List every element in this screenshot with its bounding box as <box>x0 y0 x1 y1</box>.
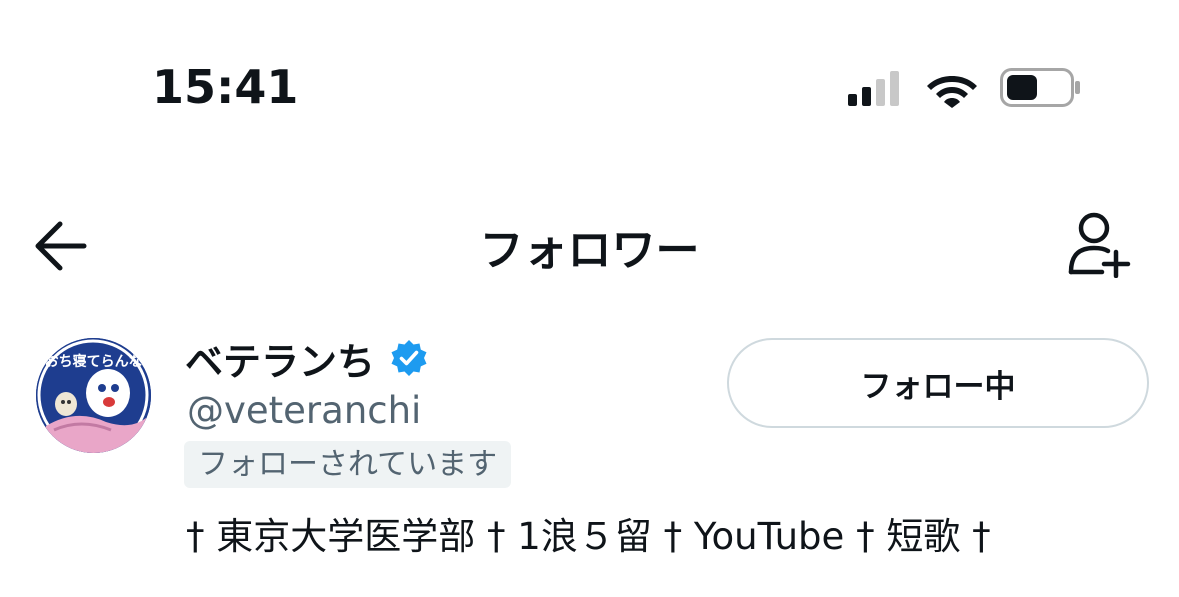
follows-you-badge: フォローされています <box>184 441 512 488</box>
user-handle[interactable]: @veteranchi <box>187 389 421 432</box>
avatar-image: ぶちおち寝てらんない!! <box>36 338 151 453</box>
user-bio: † 東京大学医学部 † 1浪５留 † YouTube † 短歌 † <box>186 515 991 558</box>
page-title: フォロワー <box>479 225 700 276</box>
avatar[interactable]: ぶちおち寝てらんない!! <box>36 338 151 453</box>
display-name[interactable]: ベテランち <box>185 331 375 386</box>
status-time: 15:41 <box>152 60 299 114</box>
followers-screen: 15:41 フォロワー ちおち寝てらんない ベテランち @veteranchi … <box>0 0 1179 597</box>
person-add-icon <box>1068 212 1131 279</box>
status-icons <box>840 66 1085 110</box>
name-line: ベテランち <box>185 334 429 384</box>
following-button[interactable]: フォロー中 <box>727 338 1149 428</box>
cellular-signal-icon <box>848 71 899 106</box>
add-user-button[interactable] <box>1064 210 1134 279</box>
wifi-icon <box>927 76 977 108</box>
verified-badge-icon <box>391 340 427 376</box>
avatar-text: ぶちおち寝てらんない!! <box>36 353 151 370</box>
battery-icon <box>1000 68 1080 107</box>
